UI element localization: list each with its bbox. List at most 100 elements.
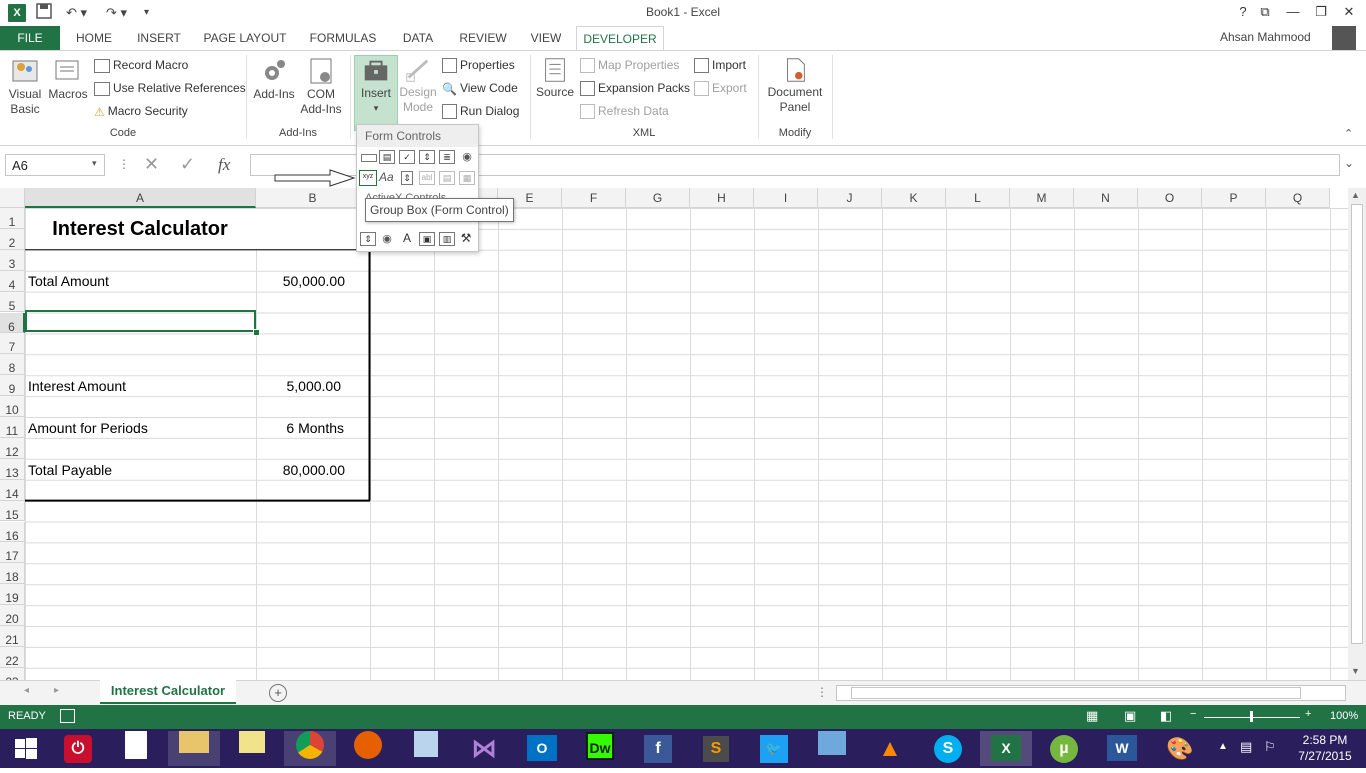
row-header-3[interactable]: 3 — [0, 249, 25, 271]
visual-studio-icon[interactable]: ⋈ — [458, 731, 510, 766]
skype-icon[interactable]: S — [922, 731, 974, 766]
redo-icon[interactable]: ↷ ▾ — [106, 3, 127, 23]
splitter-icon[interactable]: ⋮ — [816, 685, 828, 699]
tab-insert[interactable]: INSERT — [132, 26, 186, 50]
column-header-k[interactable]: K — [882, 188, 946, 208]
restore-icon[interactable]: ❐ — [1308, 2, 1334, 22]
outlook-icon[interactable]: O — [516, 731, 568, 766]
cube-app-icon[interactable] — [400, 731, 452, 766]
column-header-l[interactable]: L — [946, 188, 1010, 208]
tab-view[interactable]: VIEW — [524, 26, 568, 50]
ribbon-display-icon[interactable]: ⧉ — [1252, 2, 1278, 22]
list-box-control-icon[interactable]: ≣ — [439, 150, 455, 164]
spin-button-control-icon[interactable]: ⇕ — [419, 150, 435, 164]
sticky-notes-icon[interactable] — [226, 731, 278, 766]
column-header-i[interactable]: I — [754, 188, 818, 208]
dreamweaver-icon[interactable]: Dw — [574, 731, 626, 766]
page-layout-view-icon[interactable]: ▣ — [1124, 708, 1136, 724]
label-control-icon[interactable]: Aa — [379, 170, 397, 186]
file-explorer-icon[interactable] — [168, 731, 220, 766]
record-macro-button[interactable]: Record Macro — [94, 55, 188, 75]
undo-icon[interactable]: ↶ ▾ — [66, 3, 87, 23]
tab-file[interactable]: FILE — [0, 26, 60, 50]
activex-toggle-button-icon[interactable]: ▥ — [439, 232, 455, 246]
insert-function-button[interactable]: fx — [218, 155, 230, 175]
tab-developer[interactable]: DEVELOPER — [576, 26, 664, 51]
customize-qat-icon[interactable]: ▾ — [144, 3, 149, 23]
clock-time[interactable]: 2:58 PM — [1290, 733, 1360, 747]
row-header-22[interactable]: 22 — [0, 646, 25, 668]
show-hidden-icons-icon[interactable]: ▲ — [1218, 741, 1228, 752]
expand-formula-bar-icon[interactable]: ⌄ — [1344, 156, 1354, 170]
insert-controls-button[interactable]: Insert ▾ — [354, 55, 398, 131]
zoom-slider-thumb[interactable] — [1250, 711, 1253, 722]
power-icon[interactable]: ⏻ — [52, 731, 104, 766]
column-header-g[interactable]: G — [626, 188, 690, 208]
expansion-packs-button[interactable]: Expansion Packs — [580, 78, 690, 98]
row-header-2[interactable]: 2 — [0, 228, 25, 250]
row-header-18[interactable]: 18 — [0, 563, 25, 584]
column-header-q[interactable]: Q — [1266, 188, 1330, 208]
button-control-icon[interactable] — [361, 154, 377, 162]
name-box[interactable]: A6 — [5, 154, 105, 176]
map-properties-button[interactable]: Map Properties — [580, 55, 679, 75]
facebook-icon[interactable]: f — [632, 731, 684, 766]
worksheet-grid[interactable]: ABCDEFGHIJKLMNOPQ 1234567891011121314151… — [0, 188, 1348, 680]
avatar[interactable] — [1332, 26, 1356, 50]
tab-formulas[interactable]: FORMULAS — [304, 26, 382, 50]
paint-icon[interactable]: 🎨 — [1154, 731, 1206, 766]
cell-periods-label[interactable]: Amount for Periods — [28, 420, 148, 436]
cancel-icon[interactable]: ✕ — [144, 154, 159, 175]
horizontal-scroll-thumb[interactable] — [851, 687, 1301, 699]
view-code-button[interactable]: 🔍 View Code — [442, 78, 518, 98]
user-name[interactable]: Ahsan Mahmood — [1220, 30, 1311, 44]
sublime-icon[interactable]: S — [690, 731, 742, 766]
column-header-j[interactable]: J — [818, 188, 882, 208]
scroll-bar-control-icon[interactable]: ⇕ — [401, 171, 413, 185]
tab-review[interactable]: REVIEW — [454, 26, 512, 50]
minimize-icon[interactable]: — — [1280, 2, 1306, 22]
add-sheet-button[interactable]: + — [269, 684, 287, 702]
row-header-9[interactable]: 9 — [0, 375, 25, 396]
select-all-corner[interactable] — [0, 188, 25, 208]
twitter-icon[interactable]: 🐦 — [748, 731, 800, 766]
cell-total-payable-value[interactable]: 80,000.00 — [257, 462, 345, 478]
clock-date[interactable]: 7/27/2015 — [1290, 749, 1360, 763]
tab-home[interactable]: HOME — [68, 26, 120, 50]
remote-desktop-icon[interactable] — [806, 731, 858, 766]
cell-interest-amount-value[interactable]: 5,000.00 — [257, 378, 342, 394]
row-header-6[interactable]: 6 — [0, 312, 25, 334]
row-header-10[interactable]: 10 — [0, 396, 25, 417]
column-header-m[interactable]: M — [1010, 188, 1074, 208]
row-header-11[interactable]: 11 — [0, 417, 25, 438]
refresh-data-button[interactable]: Refresh Data — [580, 101, 669, 121]
activex-image-icon[interactable]: ▣ — [419, 232, 435, 246]
cell-title[interactable]: Interest Calculator — [26, 218, 254, 241]
run-dialog-button[interactable]: Run Dialog — [442, 101, 519, 121]
row-header-21[interactable]: 21 — [0, 626, 25, 647]
row-header-20[interactable]: 20 — [0, 605, 25, 626]
text-field-control-icon[interactable]: abl — [419, 171, 435, 185]
utorrent-icon[interactable]: µ — [1038, 731, 1090, 766]
combo-drop-down-edit-control-icon[interactable]: ▦ — [459, 171, 475, 185]
zoom-out-icon[interactable]: − — [1190, 708, 1196, 720]
save-icon[interactable] — [36, 3, 52, 23]
row-header-1[interactable]: 1 — [0, 208, 25, 229]
use-relative-references-button[interactable]: Use Relative References — [94, 78, 246, 98]
vlc-icon[interactable]: ▲ — [864, 731, 916, 766]
word-icon[interactable]: W — [1096, 731, 1148, 766]
column-header-p[interactable]: P — [1202, 188, 1266, 208]
action-center-icon[interactable]: ⚐ — [1264, 739, 1276, 755]
more-controls-icon[interactable]: ⚒ — [457, 231, 475, 245]
column-header-o[interactable]: O — [1138, 188, 1202, 208]
add-ins-button[interactable]: Add-Ins — [250, 55, 298, 102]
close-icon[interactable]: ✕ — [1336, 2, 1362, 22]
cell-total-payable-label[interactable]: Total Payable — [28, 462, 112, 478]
properties-button[interactable]: Properties — [442, 55, 515, 75]
excel-taskbar-icon[interactable]: X — [980, 731, 1032, 766]
activex-option-button-icon[interactable]: ◉ — [379, 232, 395, 246]
activex-label-icon[interactable]: A — [399, 231, 415, 245]
column-header-n[interactable]: N — [1074, 188, 1138, 208]
export-button[interactable]: Export — [694, 78, 747, 98]
tab-data[interactable]: DATA — [394, 26, 442, 50]
